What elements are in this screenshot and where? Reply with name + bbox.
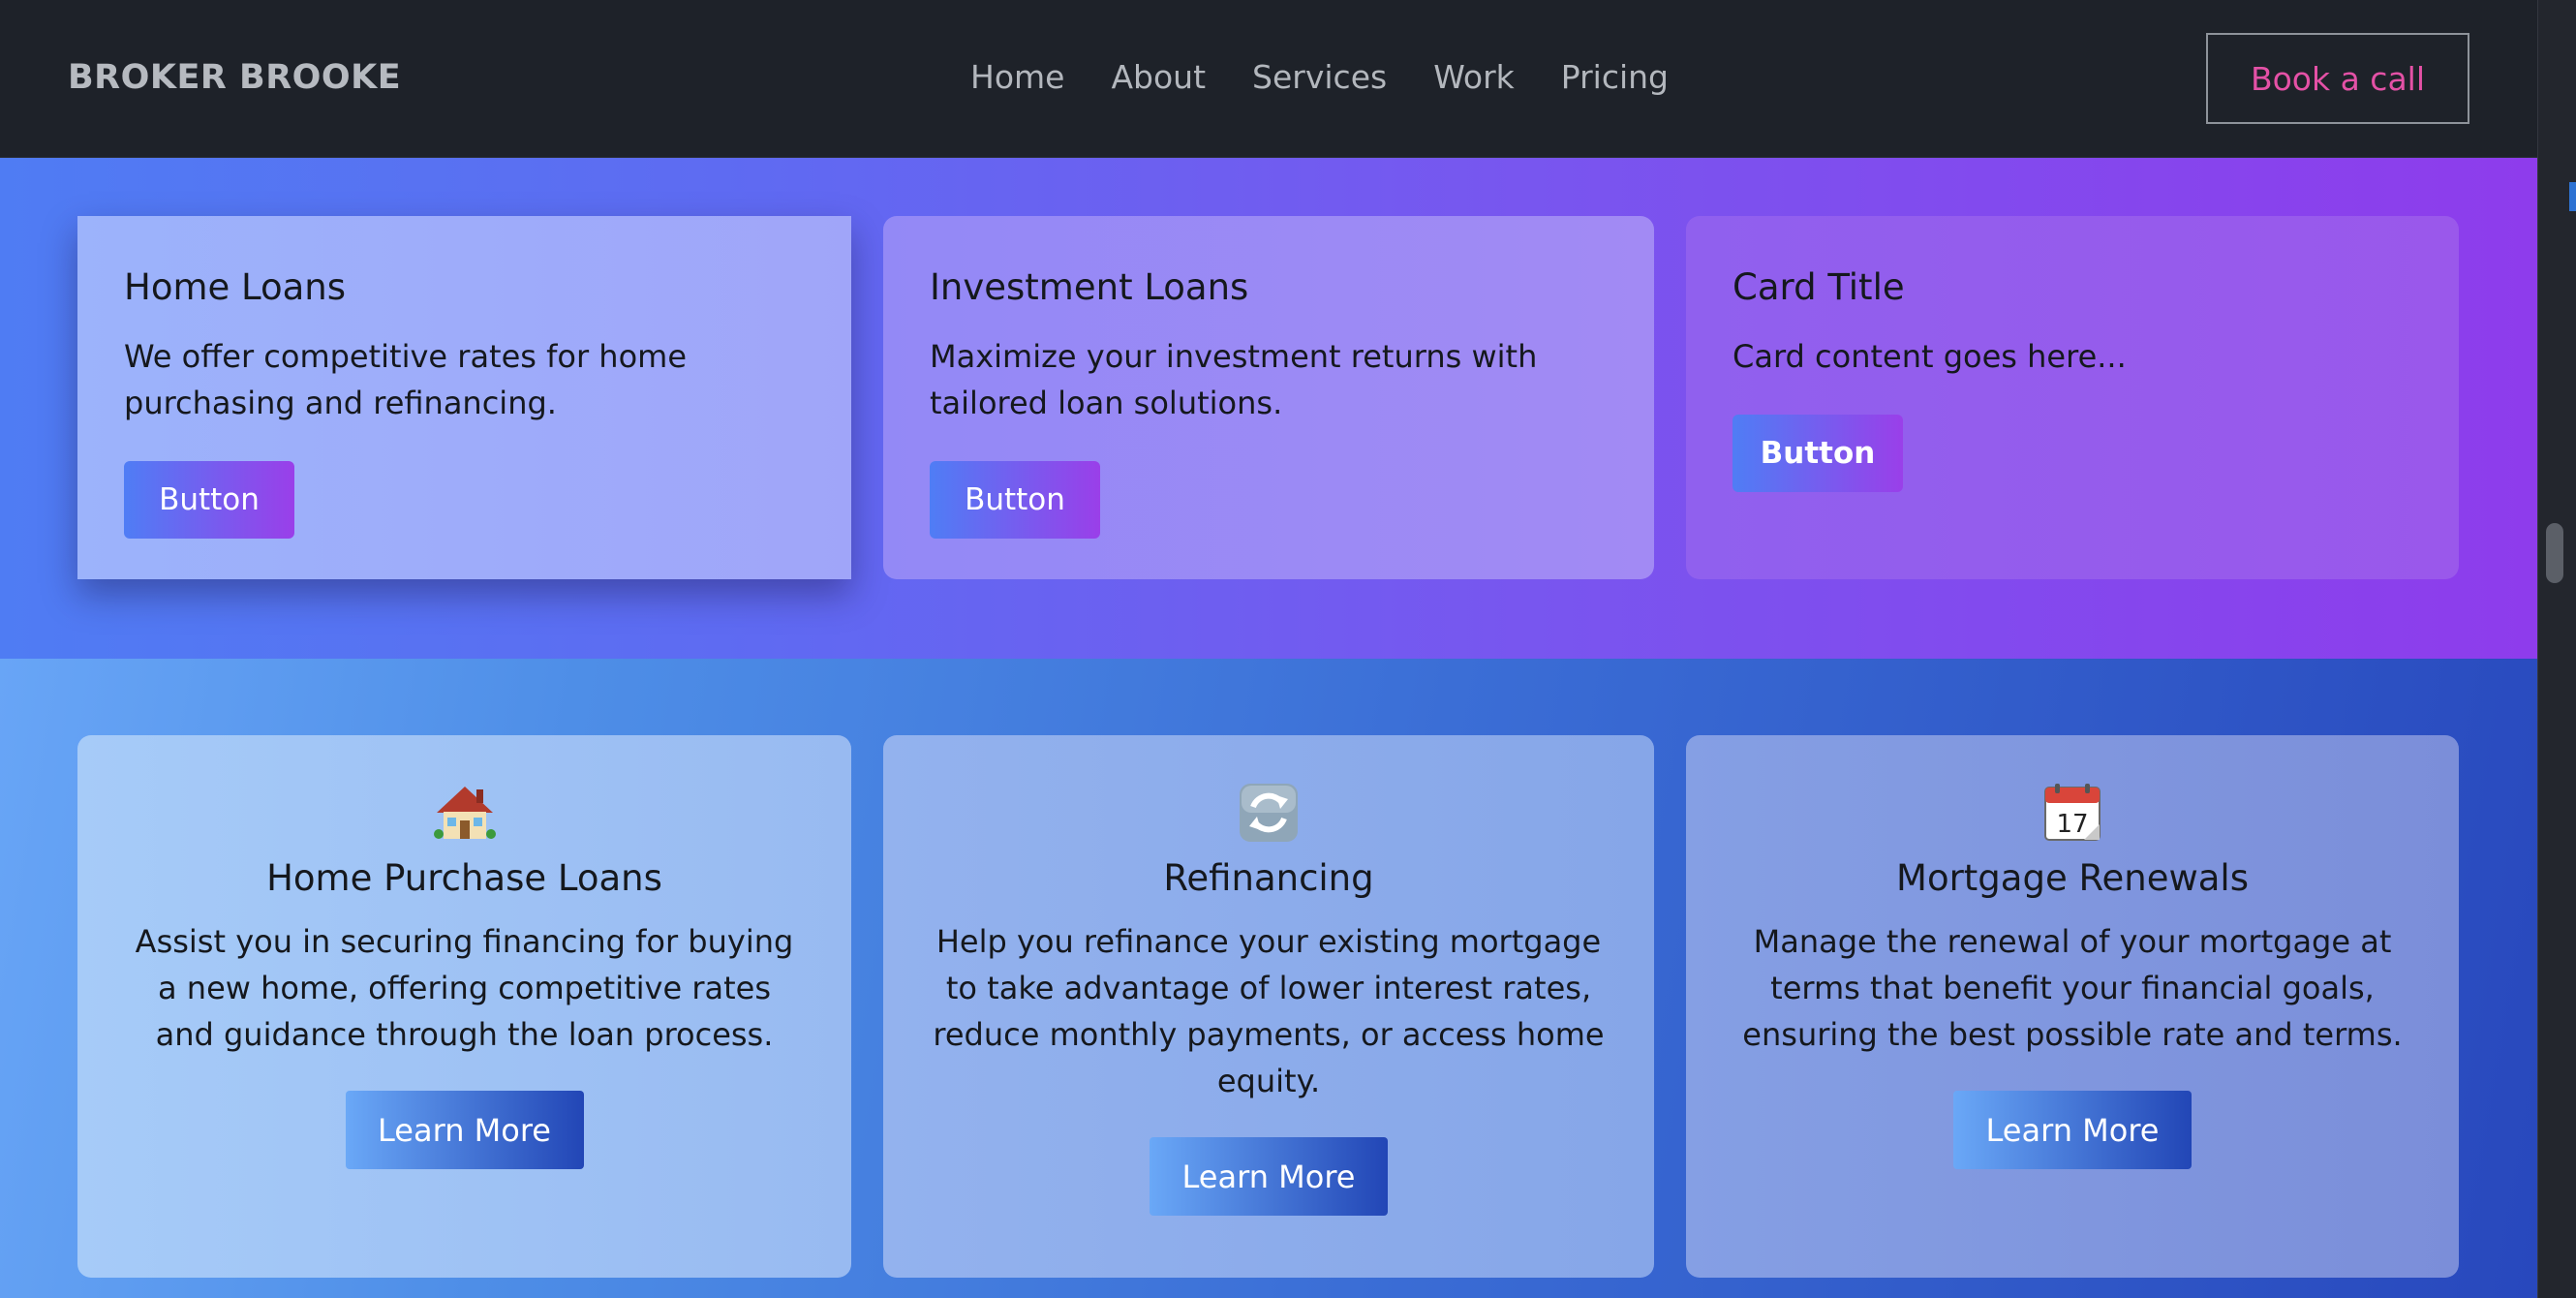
card-text: Maximize your investment returns with ta… [930,338,1538,421]
service-title: Home Purchase Loans [266,857,662,899]
card-title: Home Loans [124,266,347,308]
card-home-loans: Home Loans We offer competitive rates fo… [77,216,851,579]
card-text: Card content goes here... [1733,338,2127,375]
service-card-mortgage-renewals: 17 Mortgage Renewals Manage the renewal … [1686,735,2459,1278]
card-button[interactable]: Button [930,461,1100,539]
service-card-home-purchase: Home Purchase Loans Assist you in securi… [77,735,851,1278]
nav-links: Home About Services Work Pricing [970,58,1669,96]
service-description: Help you refinance your existing mortgag… [933,923,1605,1099]
service-description: Manage the renewal of your mortgage at t… [1742,923,2403,1053]
card-placeholder: Card Title Card content goes here... But… [1686,216,2459,579]
learn-more-button[interactable]: Learn More [1150,1137,1388,1216]
card-title: Card Title [1733,266,1905,308]
nav-link-home[interactable]: Home [970,58,1064,96]
refresh-icon [932,782,1606,844]
nav-link-pricing[interactable]: Pricing [1561,58,1669,96]
service-title: Refinancing [1163,857,1374,899]
card-text: We offer competitive rates for home purc… [124,338,688,421]
scrollbar-thumb[interactable] [2546,523,2563,583]
learn-more-button[interactable]: Learn More [1953,1091,2192,1169]
service-title: Mortgage Renewals [1896,857,2249,899]
top-navbar: BROKER BROOKE Home About Services Work P… [0,0,2537,158]
page: BROKER BROOKE Home About Services Work P… [0,0,2537,1298]
card-investment-loans: Investment Loans Maximize your investmen… [883,216,1654,579]
calendar-icon: 17 [1734,782,2410,844]
brand-logo[interactable]: BROKER BROOKE [68,58,401,97]
service-card-refinancing: Refinancing Help you refinance your exis… [883,735,1654,1278]
learn-more-button[interactable]: Learn More [345,1091,584,1169]
calendar-day-number: 17 [2056,810,2088,839]
card-button[interactable]: Button [1733,415,1903,492]
nav-link-about[interactable]: About [1111,58,1206,96]
services-section: Home Purchase Loans Assist you in securi… [0,659,2537,1298]
book-a-call-button[interactable]: Book a call [2206,33,2469,124]
nav-link-services[interactable]: Services [1252,58,1387,96]
card-button[interactable]: Button [124,461,294,539]
loan-cards-section: Home Loans We offer competitive rates fo… [0,158,2537,659]
card-title: Investment Loans [930,266,1249,308]
house-icon [126,782,803,844]
vertical-scrollbar[interactable] [2537,0,2576,1298]
service-description: Assist you in securing financing for buy… [135,923,794,1053]
nav-link-work[interactable]: Work [1433,58,1515,96]
scrollbar-marker [2569,182,2576,211]
